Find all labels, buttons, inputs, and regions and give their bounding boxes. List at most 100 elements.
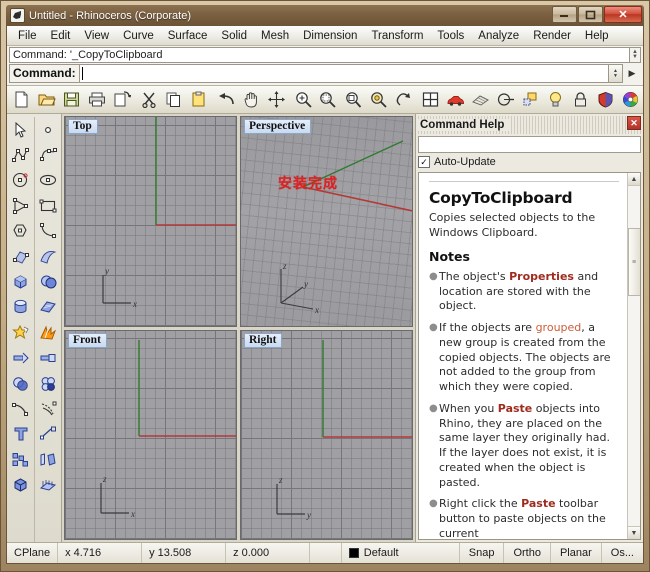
copy-object-icon[interactable] — [36, 447, 61, 472]
menu-item-render[interactable]: Render — [526, 28, 578, 44]
command-spinner[interactable]: ▲ ▼ — [609, 64, 623, 83]
scroll-up-icon[interactable]: ▲ — [627, 173, 640, 186]
light-bulb-icon[interactable] — [543, 87, 568, 112]
properties-icon[interactable] — [518, 87, 543, 112]
status-current-layer[interactable]: Default — [342, 543, 460, 563]
status-toggle-ortho[interactable]: Ortho — [504, 543, 551, 563]
split-icon[interactable] — [36, 346, 61, 371]
menu-item-solid[interactable]: Solid — [214, 28, 254, 44]
rectangle-icon[interactable] — [36, 193, 61, 218]
zoom-extents-icon[interactable] — [366, 87, 391, 112]
command-help-titlebar[interactable]: Command Help ✕ — [418, 116, 641, 134]
sphere-icon[interactable] — [36, 269, 61, 294]
lock-icon[interactable] — [568, 87, 593, 112]
explode-icon[interactable] — [36, 320, 61, 345]
boolean-sphere-icon[interactable] — [8, 371, 33, 396]
status-toggle-snap[interactable]: Snap — [460, 543, 505, 563]
viewport-front[interactable]: Front z x — [64, 329, 237, 540]
viewport-layout-icon[interactable] — [418, 87, 443, 112]
menu-item-curve[interactable]: Curve — [116, 28, 161, 44]
fillet-curve-icon[interactable] — [8, 396, 33, 421]
note-keyword[interactable]: Properties — [509, 270, 574, 283]
array-icon[interactable] — [8, 447, 33, 472]
paste-icon[interactable] — [186, 87, 211, 112]
menu-item-edit[interactable]: Edit — [44, 28, 78, 44]
copy-icon[interactable] — [161, 87, 186, 112]
auto-update-checkbox[interactable]: ✓ — [418, 156, 430, 168]
menu-item-file[interactable]: File — [11, 28, 44, 44]
open-file-icon[interactable] — [34, 87, 59, 112]
cylinder-icon[interactable] — [8, 295, 33, 320]
interpolate-curve-icon[interactable] — [36, 219, 61, 244]
note-keyword[interactable]: Paste — [521, 497, 555, 510]
zoom-window-icon[interactable] — [316, 87, 341, 112]
status-toggle-osnap[interactable]: Os... — [602, 543, 643, 563]
box-icon[interactable] — [8, 269, 33, 294]
trim-icon[interactable] — [8, 346, 33, 371]
scrollbar-thumb[interactable]: ≡ — [627, 228, 640, 296]
close-icon[interactable]: ✕ — [627, 116, 641, 130]
menu-item-tools[interactable]: Tools — [430, 28, 471, 44]
help-scrollbar[interactable]: ▲ ≡ ▼ — [627, 173, 640, 539]
text-object-icon[interactable] — [8, 422, 33, 447]
menu-item-mesh[interactable]: Mesh — [254, 28, 296, 44]
planar-surface-icon[interactable] — [36, 295, 61, 320]
color-wheel-icon[interactable] — [618, 87, 643, 112]
print-icon[interactable] — [84, 87, 109, 112]
gumball-move-icon[interactable] — [264, 87, 289, 112]
note-link[interactable]: grouped — [536, 321, 582, 334]
close-button[interactable]: ✕ — [604, 6, 642, 23]
scrollbar-track[interactable]: ≡ — [627, 186, 640, 526]
arc-icon[interactable] — [8, 193, 33, 218]
minimize-button[interactable] — [552, 6, 577, 23]
command-options-arrow-icon[interactable]: ▶ — [623, 64, 641, 83]
pan-hand-icon[interactable] — [239, 87, 264, 112]
status-toggle-planar[interactable]: Planar — [551, 543, 602, 563]
zoom-in-icon[interactable] — [291, 87, 316, 112]
new-file-icon[interactable] — [9, 87, 34, 112]
menu-item-view[interactable]: View — [77, 28, 116, 44]
menu-item-dimension[interactable]: Dimension — [296, 28, 364, 44]
control-point-curve-icon[interactable] — [36, 142, 61, 167]
ellipse-icon[interactable] — [36, 168, 61, 193]
command-input[interactable] — [78, 64, 609, 83]
layer-color-swatch[interactable] — [348, 548, 359, 558]
offset-curve-icon[interactable] — [36, 396, 61, 421]
dimension-icon[interactable] — [36, 422, 61, 447]
menu-item-surface[interactable]: Surface — [161, 28, 215, 44]
maximize-button[interactable] — [578, 6, 603, 23]
viewport-right[interactable]: Right z y — [240, 329, 413, 540]
polyline-icon[interactable] — [8, 142, 33, 167]
boolean-difference-icon[interactable] — [36, 371, 61, 396]
zoom-selected-icon[interactable] — [341, 87, 366, 112]
layer-icon[interactable] — [493, 87, 518, 112]
menu-item-help[interactable]: Help — [578, 28, 616, 44]
copy-to-clipboard-icon[interactable] — [109, 87, 134, 112]
save-file-icon[interactable] — [59, 87, 84, 112]
scroll-down-icon[interactable]: ▼ — [627, 526, 640, 539]
auto-update-row[interactable]: ✓ Auto-Update — [418, 156, 641, 168]
viewport-perspective[interactable]: Perspective z y x 安装完成 — [240, 116, 413, 327]
circle-icon[interactable] — [8, 168, 33, 193]
render-car-icon[interactable] — [443, 87, 468, 112]
material-shield-icon[interactable] — [593, 87, 618, 112]
zoom-previous-icon[interactable] — [391, 87, 416, 112]
note-keyword[interactable]: Paste — [498, 402, 532, 415]
cut-icon[interactable] — [136, 87, 161, 112]
undo-icon[interactable] — [214, 87, 239, 112]
surface-from-curves-icon[interactable] — [8, 244, 33, 269]
render-mesh-icon[interactable] — [468, 87, 493, 112]
mesh-from-surface-icon[interactable] — [36, 472, 61, 497]
menu-item-transform[interactable]: Transform — [364, 28, 430, 44]
solid-box-edit-icon[interactable] — [8, 472, 33, 497]
boolean-union-star-icon[interactable] — [8, 320, 33, 345]
menu-item-analyze[interactable]: Analyze — [471, 28, 526, 44]
help-search-input[interactable] — [418, 136, 641, 153]
point-icon[interactable] — [36, 117, 61, 142]
select-arrow-icon[interactable] — [8, 117, 33, 142]
command-history-scroll[interactable]: ▲ ▼ — [629, 47, 641, 63]
status-cplane[interactable]: CPlane — [7, 543, 59, 563]
surface-sweep-icon[interactable] — [36, 244, 61, 269]
command-history[interactable]: Command: '_CopyToClipboard ▲ ▼ — [9, 47, 641, 63]
polygon-icon[interactable] — [8, 219, 33, 244]
